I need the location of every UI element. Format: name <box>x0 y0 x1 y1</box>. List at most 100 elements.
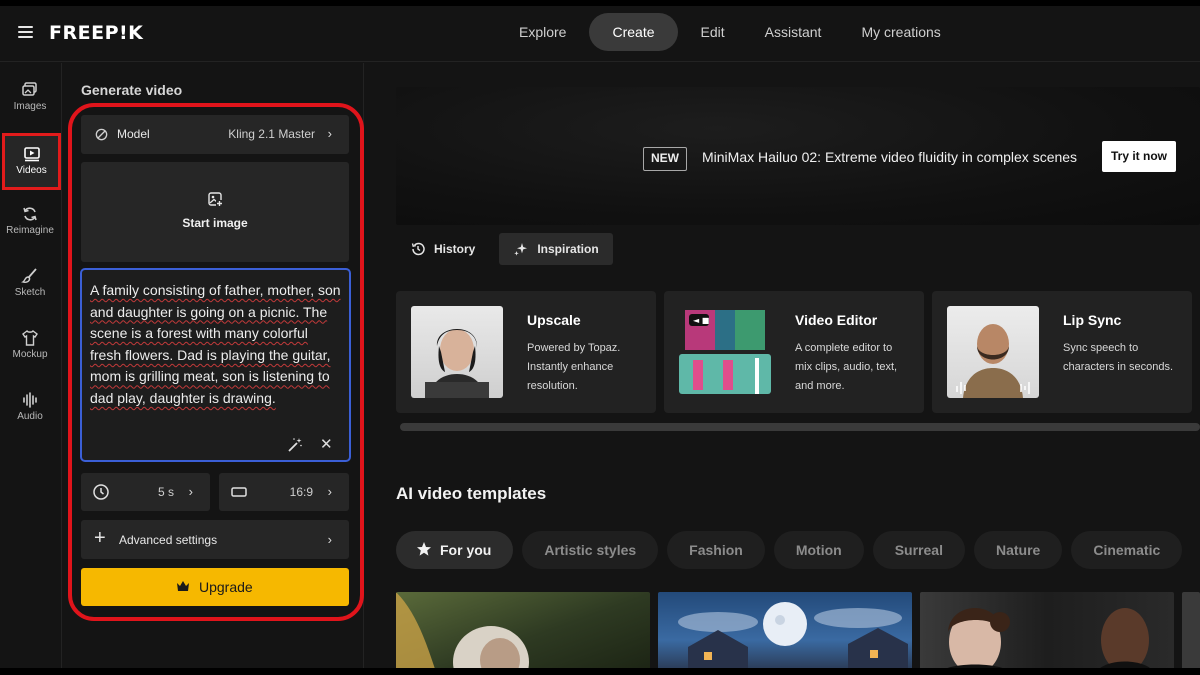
rail-item-mockup[interactable]: Mockup <box>0 319 60 375</box>
chip-artistic-styles[interactable]: Artistic styles <box>522 531 659 569</box>
templates-title: AI video templates <box>396 484 547 503</box>
main-content: NEW MiniMax Hailuo 02: Extreme video flu… <box>365 63 1200 668</box>
lip-sync-thumbnail <box>947 306 1039 398</box>
advanced-settings-row[interactable]: + Advanced settings › <box>81 520 349 559</box>
feature-desc-upscale: Powered by Topaz. Instantly enhance reso… <box>527 342 621 392</box>
chip-motion[interactable]: Motion <box>773 531 864 569</box>
crown-icon <box>177 581 189 591</box>
rail-item-sketch[interactable]: Sketch <box>0 257 60 313</box>
main-nav: Explore Create Edit Assistant My creatio… <box>502 13 964 51</box>
rail-item-images[interactable]: Images <box>0 71 60 127</box>
template-tile[interactable] <box>1182 592 1200 668</box>
nav-my-creations[interactable]: My creations <box>844 13 957 51</box>
tab-inspiration[interactable]: Inspiration <box>499 233 613 265</box>
chevron-right-icon: › <box>327 126 332 141</box>
nav-assistant[interactable]: Assistant <box>748 13 839 51</box>
feature-title-video-editor: Video Editor <box>795 312 878 328</box>
model-icon <box>95 128 108 141</box>
aspect-ratio-icon <box>231 487 247 497</box>
nav-explore[interactable]: Explore <box>502 13 583 51</box>
template-tile[interactable] <box>920 592 1174 668</box>
upgrade-button[interactable]: Upgrade <box>81 568 349 606</box>
history-icon <box>411 242 425 256</box>
upscale-thumbnail <box>411 306 503 398</box>
rail-label-audio: Audio <box>17 411 43 422</box>
panel-title: Generate video <box>81 82 183 98</box>
gallery-tabs: History Inspiration <box>396 233 623 265</box>
chevron-right-icon: › <box>327 532 332 547</box>
new-badge: NEW <box>643 147 687 171</box>
generate-panel: Generate video Model Kling 2.1 Master › … <box>66 63 364 668</box>
images-icon <box>22 82 37 96</box>
advanced-settings-label: Advanced settings <box>119 533 218 547</box>
tool-rail: Images Videos Reimagine Sketch Mockup Au… <box>0 63 62 668</box>
chip-for-you[interactable]: For you <box>396 531 514 569</box>
clear-prompt-icon[interactable]: ✕ <box>320 435 333 453</box>
rail-label-images: Images <box>13 101 47 112</box>
top-bar: FREEP!K Explore Create Edit Assistant My… <box>0 6 1200 62</box>
hamburger-menu-icon[interactable] <box>18 26 33 38</box>
promo-banner[interactable]: NEW MiniMax Hailuo 02: Extreme video flu… <box>396 87 1200 225</box>
audio-wave-icon <box>23 392 37 408</box>
rail-label-videos: Videos <box>16 165 47 176</box>
star-icon <box>417 542 431 556</box>
feature-card-upscale[interactable]: Upscale Powered by Topaz. Instantly enha… <box>396 291 656 413</box>
upgrade-label: Upgrade <box>199 579 253 595</box>
horizontal-scrollbar[interactable] <box>400 423 1200 431</box>
freepik-logo[interactable]: FREEP!K <box>49 22 143 44</box>
clock-icon <box>93 484 109 500</box>
brush-icon <box>21 268 37 283</box>
model-value: Kling 2.1 Master <box>228 127 315 141</box>
sparkles-icon <box>514 243 528 256</box>
rail-item-reimagine[interactable]: Reimagine <box>0 195 60 251</box>
model-label: Model <box>117 127 150 141</box>
feature-card-lip-sync[interactable]: Lip Sync Sync speech to characters in se… <box>932 291 1192 413</box>
shirt-icon <box>22 329 38 346</box>
tab-inspiration-label: Inspiration <box>537 242 599 256</box>
image-upload-icon <box>208 192 223 207</box>
chip-cinematic[interactable]: Cinematic <box>1071 531 1183 569</box>
nav-create[interactable]: Create <box>589 13 678 51</box>
duration-value: 5 s <box>157 485 174 499</box>
prompt-textarea[interactable]: A family consisting of father, mother, s… <box>80 268 351 462</box>
prompt-text[interactable]: A family consisting of father, mother, s… <box>90 280 342 410</box>
reimagine-icon <box>23 207 37 221</box>
screenshot-frame: FREEP!K Explore Create Edit Assistant My… <box>0 0 1200 675</box>
aspect-ratio-value: 16:9 <box>289 485 313 499</box>
chevron-right-icon: › <box>188 484 193 499</box>
chip-fashion[interactable]: Fashion <box>667 531 765 569</box>
rail-item-audio[interactable]: Audio <box>0 381 60 437</box>
tab-history-label: History <box>434 242 476 256</box>
start-image-upload[interactable]: Start image <box>81 162 349 262</box>
template-tile[interactable] <box>396 592 650 668</box>
plus-icon: + <box>94 527 106 549</box>
template-filter-chips: For you Artistic styles Fashion Motion S… <box>396 531 1191 569</box>
try-it-now-button[interactable]: Try it now <box>1102 141 1177 172</box>
banner-text: MiniMax Hailuo 02: Extreme video fluidit… <box>702 149 1078 165</box>
video-icon <box>23 147 40 162</box>
template-tile[interactable] <box>658 592 912 668</box>
chip-surreal[interactable]: Surreal <box>872 531 965 569</box>
feature-desc-lip-sync: Sync speech to characters in seconds. <box>1063 342 1174 373</box>
rail-label-mockup: Mockup <box>12 349 48 360</box>
feature-title-upscale: Upscale <box>527 312 581 328</box>
rail-item-videos[interactable]: Videos <box>2 133 61 190</box>
chip-nature[interactable]: Nature <box>973 531 1063 569</box>
model-selector[interactable]: Model Kling 2.1 Master › <box>81 115 349 154</box>
rail-label-reimagine: Reimagine <box>6 225 54 236</box>
tab-history[interactable]: History <box>396 233 489 265</box>
svg-text:◄ ■: ◄ ■ <box>693 316 709 325</box>
chevron-right-icon: › <box>327 484 332 499</box>
rail-label-sketch: Sketch <box>14 287 46 298</box>
feature-card-video-editor[interactable]: ◄ ■ Video Editor A complete editor to mi… <box>664 291 924 413</box>
app-window: FREEP!K Explore Create Edit Assistant My… <box>0 6 1200 668</box>
magic-wand-icon[interactable] <box>287 437 303 453</box>
chip-for-you-label: For you <box>440 542 492 558</box>
feature-title-lip-sync: Lip Sync <box>1063 312 1122 328</box>
aspect-ratio-selector[interactable]: 16:9 › <box>219 473 349 511</box>
video-editor-thumbnail: ◄ ■ <box>679 306 771 398</box>
feature-desc-video-editor: A complete editor to mix clips, audio, t… <box>795 342 898 392</box>
nav-edit[interactable]: Edit <box>684 13 742 51</box>
duration-selector[interactable]: 5 s › <box>81 473 210 511</box>
start-image-label: Start image <box>182 216 248 230</box>
